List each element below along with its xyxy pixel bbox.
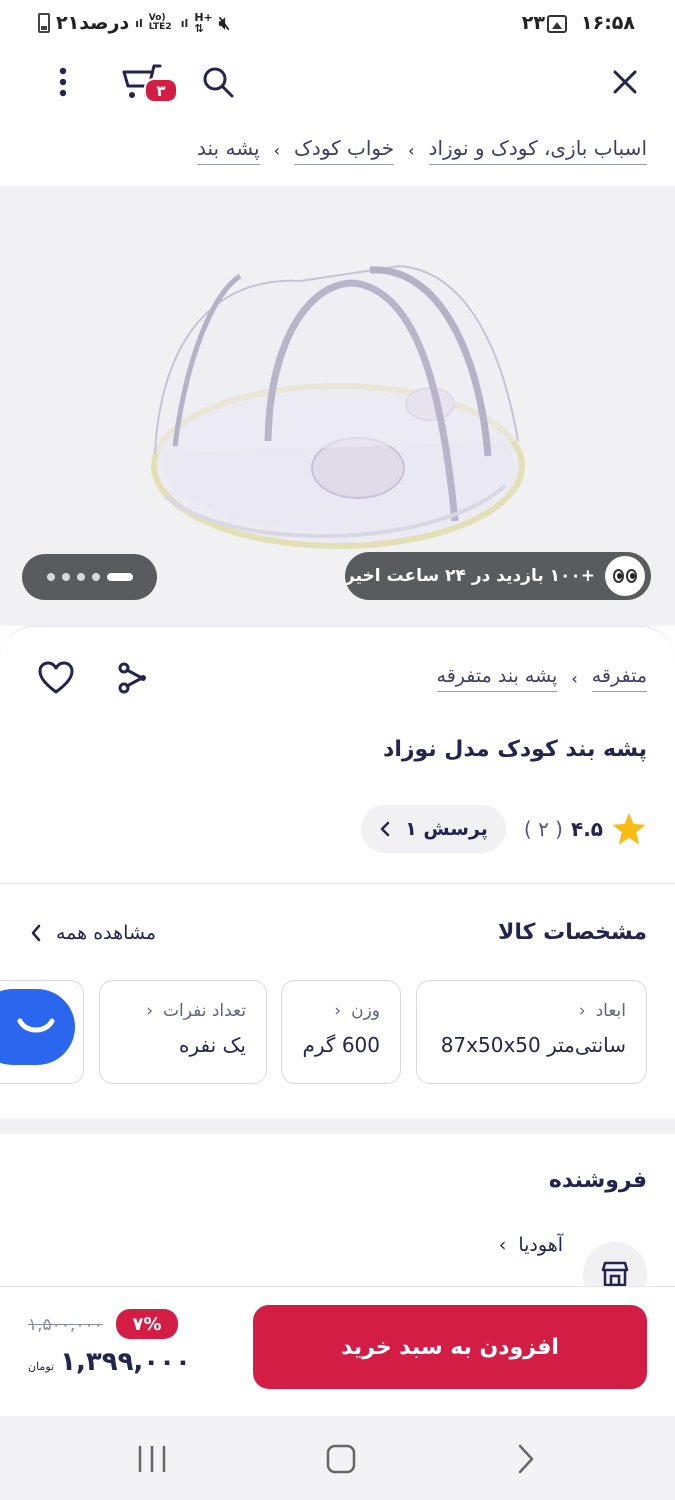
spec-label-text: وزن [351, 1001, 380, 1021]
recent-apps-button[interactable] [136, 1442, 168, 1480]
chevron-left-icon [380, 821, 390, 837]
buy-bar: افزودن به سبد خرید ۱,۵۰۰,۰۰۰ ۷% تومان ۱,… [0, 1286, 675, 1416]
notification-count: ۲۳ [521, 12, 545, 34]
price: تومان ۱,۳۹۹,۰۰۰ [28, 1347, 191, 1377]
cart-button[interactable]: ۳ [116, 58, 178, 108]
specs-title: مشخصات کالا [497, 920, 647, 945]
search-button[interactable] [198, 62, 238, 102]
category-breadcrumb: متفرقه ‹ پشه بند متفرقه [436, 665, 647, 692]
product-gallery[interactable]: +۱۰۰ بازدید در ۲۴ ساعت اخیر [0, 186, 675, 626]
more-specs-button[interactable] [0, 980, 84, 1084]
questions-label: ۱ پرسش [405, 818, 488, 840]
network-label: Vo) LTE2 [148, 13, 172, 32]
share-icon [118, 662, 146, 694]
back-icon [518, 1444, 534, 1474]
views-badge: +۱۰۰ بازدید در ۲۴ ساعت اخیر [345, 552, 651, 600]
subcategory-link[interactable]: پشه بند متفرقه [436, 665, 558, 692]
pagination-dot [61, 573, 70, 581]
chat-assistant-button[interactable] [0, 989, 75, 1065]
rating-row: ۴.۵ ( ۲ ) ۱ پرسش [361, 805, 647, 853]
seller-name: آهودیا [518, 1234, 563, 1256]
spec-card-weight[interactable]: وزن ‹ 600 گرم [281, 980, 401, 1084]
star-icon [612, 813, 646, 845]
status-bar: ۱۶:۵۸ ۲۳ ۲۱درصد ıl Vo) LTE2 ıl H+ ⇅ 🔇︎ [0, 0, 675, 50]
spec-label: وزن ‹ [302, 1001, 380, 1021]
kebab-menu-icon [59, 67, 67, 97]
back-button[interactable] [514, 1442, 538, 1480]
chevron-left-icon: ‹ [273, 141, 281, 160]
spec-value: یک نفره [178, 1033, 246, 1057]
spec-label-text: تعداد نفرات [163, 1001, 246, 1021]
product-info-card: متفرقه ‹ پشه بند متفرقه پشه بند کودک مدل… [0, 626, 675, 886]
gallery-pagination [22, 554, 157, 600]
section-separator [0, 1118, 675, 1134]
heart-icon [38, 661, 74, 694]
more-options-button[interactable] [50, 62, 76, 102]
breadcrumb-item[interactable]: پشه بند [197, 136, 260, 165]
battery-text: ۲۱درصد [56, 12, 130, 34]
add-to-cart-button[interactable]: افزودن به سبد خرید [253, 1305, 647, 1389]
rating-count[interactable]: ( ۲ ) [524, 817, 563, 841]
recent-apps-icon [138, 1446, 166, 1472]
eyes-icon [605, 556, 646, 596]
breadcrumb-item[interactable]: خواب کودک [294, 136, 395, 165]
currency-label: تومان [28, 1360, 55, 1373]
product-title: پشه بند کودک مدل نوزاد [383, 737, 647, 762]
spec-label-text: ابعاد [595, 1001, 626, 1021]
cart-count-badge: ۳ [144, 78, 178, 103]
chevron-left-icon: ‹ [334, 1001, 342, 1021]
status-left-group: ۲۱درصد ıl Vo) LTE2 ıl H+ ⇅ 🔇︎ [38, 12, 230, 34]
chevron-left-icon: ‹ [571, 669, 578, 688]
search-icon [203, 67, 234, 98]
clock: ۱۶:۵۸ [581, 12, 635, 34]
spec-label: ابعاد ‹ [437, 1001, 626, 1021]
views-text: +۱۰۰ بازدید در ۲۴ ساعت اخیر [345, 566, 596, 586]
breadcrumb-item[interactable]: اسباب بازی، کودک و نوزاد [428, 136, 647, 165]
share-button[interactable] [116, 661, 150, 699]
home-button[interactable] [324, 1442, 358, 1480]
rating-score: ۴.۵ [570, 817, 603, 841]
chevron-left-icon: ‹ [408, 141, 415, 160]
price-value: ۱,۳۹۹,۰۰۰ [60, 1347, 191, 1377]
battery-icon [38, 13, 50, 33]
data-arrows-icon: H+ ⇅ [194, 11, 213, 35]
signal-icon: ıl [135, 16, 143, 30]
spec-value: سانتی‌متر 87x50x50 [440, 1033, 626, 1057]
pagination-dot [76, 573, 85, 581]
spec-value: 600 گرم [302, 1033, 380, 1057]
spec-card-dimensions[interactable]: ابعاد ‹ سانتی‌متر 87x50x50 [416, 980, 647, 1084]
chevron-left-icon: ‹ [498, 1234, 507, 1256]
seller-title: فروشنده [548, 1168, 647, 1193]
pagination-dot [46, 573, 55, 581]
breadcrumb: اسباب بازی، کودک و نوزاد ‹ خواب کودک ‹ پ… [197, 136, 647, 165]
category-link[interactable]: متفرقه [591, 665, 647, 692]
chevron-left-icon [31, 924, 41, 942]
chevron-left-icon: ‹ [578, 1001, 586, 1021]
close-button[interactable] [607, 64, 643, 100]
home-icon [326, 1444, 356, 1474]
mute-icon: 🔇︎ [218, 12, 231, 34]
gallery-notification-icon [547, 15, 567, 33]
favorite-button[interactable] [38, 661, 74, 699]
close-icon [613, 70, 637, 94]
questions-button[interactable]: ۱ پرسش [361, 805, 506, 853]
signal-icon: ıl [180, 16, 189, 30]
pagination-dot [91, 573, 100, 581]
pagination-dot-active [106, 573, 133, 581]
chevron-left-icon: ‹ [146, 1001, 153, 1021]
discount-badge: ۷% [116, 1309, 178, 1339]
smile-icon [17, 1018, 55, 1033]
view-all-specs-link[interactable]: مشاهده همه [30, 922, 156, 944]
system-navigation-bar [0, 1416, 675, 1500]
spec-label: تعداد نفرات ‹ [120, 1001, 246, 1021]
old-price: ۱,۵۰۰,۰۰۰ [28, 1315, 103, 1335]
spec-card-capacity[interactable]: تعداد نفرات ‹ یک نفره [99, 980, 267, 1084]
seller-link[interactable]: آهودیا ‹ [499, 1234, 563, 1256]
view-all-label: مشاهده همه [56, 922, 157, 944]
divider [0, 883, 675, 884]
